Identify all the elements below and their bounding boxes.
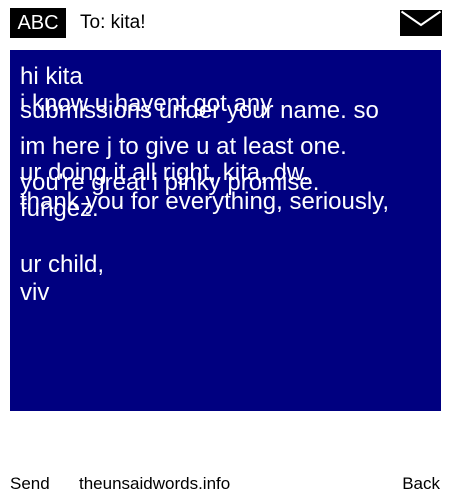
message-panel[interactable]: hi kita i know u havent got any submissi… bbox=[10, 50, 441, 411]
message-line: hi kita bbox=[20, 63, 83, 90]
back-button[interactable]: Back bbox=[402, 472, 440, 496]
message-line: viv bbox=[20, 279, 50, 306]
envelope-icon bbox=[400, 10, 442, 36]
recipient-label: To: kita! bbox=[80, 12, 146, 33]
message-line: ur child, bbox=[20, 251, 105, 278]
site-link[interactable]: theunsaidwords.info bbox=[79, 472, 230, 496]
input-mode-badge: ABC bbox=[10, 8, 66, 38]
message-line: im here j to give u at least one. bbox=[20, 133, 347, 160]
message-line: fungez. bbox=[20, 195, 99, 222]
send-button[interactable]: Send bbox=[10, 472, 50, 496]
message-line: submissions under your name. so bbox=[20, 97, 379, 124]
